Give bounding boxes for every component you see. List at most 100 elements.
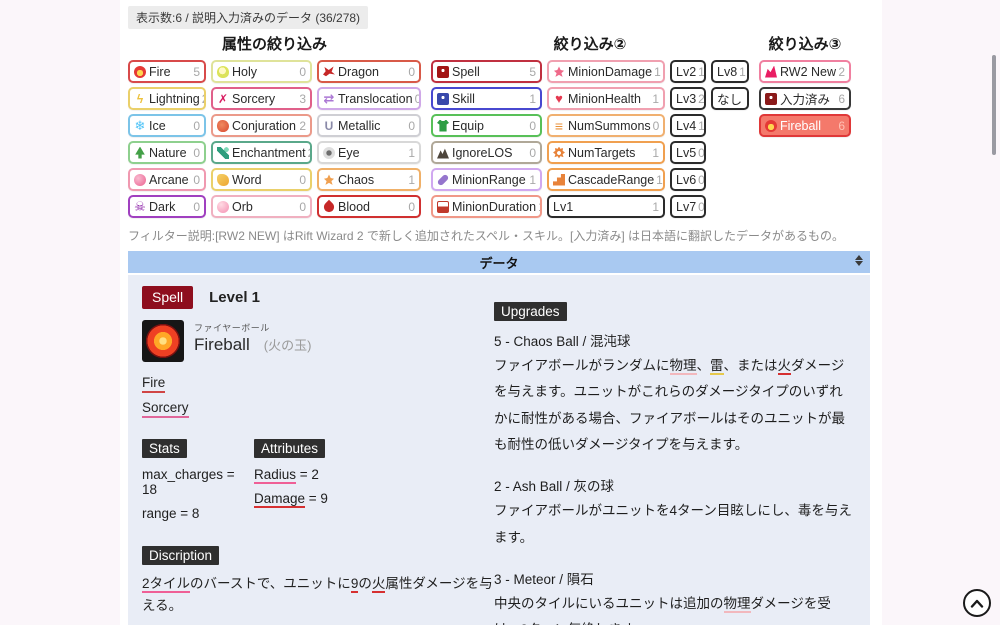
filter-count: 0 (406, 200, 415, 214)
spell-name-ja: (火の玉) (264, 335, 312, 354)
text-segment: = 2 (296, 467, 319, 482)
scroll-to-top-button[interactable] (963, 589, 991, 617)
filter-button-lv4[interactable]: Lv41 (670, 114, 706, 137)
filter-area: 属性の絞り込み Fire5 ϟLightning2 ❄Ice0 Nature0 Arca… (128, 32, 870, 218)
filter-count: 0 (191, 146, 200, 160)
filter-label: Dragon (338, 65, 379, 79)
filter-button-arcane[interactable]: Arcane0 (128, 168, 206, 191)
filter-button-dragon[interactable]: Dragon0 (317, 60, 421, 83)
filter-button-ignorelos[interactable]: IgnoreLOS0 (431, 141, 542, 164)
filter-button-enchantment[interactable]: Enchantment2 (211, 141, 312, 164)
data-section-header[interactable]: データ (128, 251, 870, 273)
text-segment: = 9 (305, 491, 328, 506)
page-scrollbar[interactable] (992, 55, 996, 155)
filter-button-skill[interactable]: Skill1 (431, 87, 542, 110)
filter-button-conjuration[interactable]: Conjuration2 (211, 114, 312, 137)
filter-button--[interactable]: 入力済み6 (759, 87, 851, 110)
filter-button-sorcery[interactable]: ✗Sorcery3 (211, 87, 312, 110)
filter-button-lv6[interactable]: Lv60 (670, 168, 706, 191)
filter-note: フィルター説明:[RW2 NEW] はRift Wizard 2 で新しく追加さ… (128, 227, 870, 244)
filter-button-lv3[interactable]: Lv32 (670, 87, 706, 110)
spell-tags: Fire Sorcery (142, 374, 494, 424)
cascaderange-icon (553, 174, 565, 186)
sorcery-icon: ✗ (217, 93, 229, 105)
filter-button-fire[interactable]: Fire5 (128, 60, 206, 83)
filter-count: 1 (696, 119, 705, 133)
blood-icon (322, 199, 336, 213)
filter-button-lv2[interactable]: Lv21 (670, 60, 706, 83)
ignorelos-icon (437, 147, 449, 159)
filter-button-numtargets[interactable]: NumTargets1 (547, 141, 665, 164)
filter-group2-chips: Spell5Skill1Equip0IgnoreLOS0MinionRange1… (431, 60, 749, 218)
filter-button-spell[interactable]: Spell5 (431, 60, 542, 83)
filter-count: 0 (696, 200, 705, 214)
filter-count: 1 (652, 65, 661, 79)
filter-label: Fire (149, 65, 171, 79)
rw2new-icon (765, 66, 777, 78)
filter-button-lv8[interactable]: Lv81 (711, 60, 749, 83)
filter-count: 1 (527, 92, 536, 106)
filter-button-translocation[interactable]: ⇄Translocation0 (317, 87, 421, 110)
filter-button-minionrange[interactable]: MinionRange1 (431, 168, 542, 191)
filter-button-rw2-new[interactable]: RW2 New2 (759, 60, 851, 83)
filter-button-metallic[interactable]: UMetallic0 (317, 114, 421, 137)
text-segment: ファイアボールがユニットを4ターン目眩しにし、毒を与えます。 (494, 503, 852, 544)
tag-link-sorcery[interactable]: Sorcery (142, 399, 189, 418)
spell-furigana: ファイヤーボール (194, 321, 311, 334)
filter-button-lightning[interactable]: ϟLightning2 (128, 87, 206, 110)
filter-button-fireball[interactable]: Fireball6 (759, 114, 851, 137)
filter-button-minionduration[interactable]: MinionDuration1 (431, 195, 542, 218)
filter-label: NumSummons (568, 119, 651, 133)
upgrade-title: 3 - Meteor / 隕石 (494, 568, 852, 588)
upgrade-entry: 5 - Chaos Ball / 混沌球ファイアボールがランダムに物理、雷、また… (494, 330, 852, 458)
filter-group1-title: 属性の絞り込み (128, 33, 421, 54)
filter-button-holy[interactable]: Holy0 (211, 60, 312, 83)
filter-button-cascaderange[interactable]: CascadeRange1 (547, 168, 665, 191)
filter-label: 入力済み (780, 89, 830, 108)
filter-button-word[interactable]: Word0 (211, 168, 312, 191)
tag-link-fire[interactable]: Fire (142, 374, 165, 393)
filter-button-nature[interactable]: Nature0 (128, 141, 206, 164)
filter-count: 1 (406, 146, 415, 160)
filter-count: 0 (191, 173, 200, 187)
filter-label: Dark (149, 200, 175, 214)
filter-button-minionhealth[interactable]: ♥MinionHealth1 (547, 87, 665, 110)
filter-button-lv1[interactable]: Lv11 (547, 195, 665, 218)
minionduration-icon (437, 201, 449, 213)
filter-button-miniondamage[interactable]: MinionDamage1 (547, 60, 665, 83)
filter-label: Lv7 (676, 200, 696, 214)
filter-label: Equip (452, 119, 484, 133)
filter-button-equip[interactable]: Equip0 (431, 114, 542, 137)
filter-button-ice[interactable]: ❄Ice0 (128, 114, 206, 137)
filter-count: 1 (650, 92, 659, 106)
inputdone-icon (765, 93, 777, 105)
sort-icon[interactable] (855, 255, 863, 266)
filter-button-chaos[interactable]: Chaos1 (317, 168, 421, 191)
nature-icon (134, 147, 146, 159)
filter-label: MinionHealth (568, 92, 641, 106)
filter-button-eye[interactable]: Eye 1 (317, 141, 421, 164)
metallic-icon: U (323, 120, 335, 132)
description-block: Discription 2タイルのバーストで、ユニットに9の火属性ダメージを与え… (142, 546, 494, 616)
chaos-icon (323, 174, 335, 186)
highlighted-term: 火 (778, 358, 792, 375)
filter-label: Ice (149, 119, 166, 133)
filter-count: 0 (696, 173, 705, 187)
spell-level: Level 1 (209, 289, 260, 306)
filter-count: 3 (297, 92, 306, 106)
filter-button-lv5[interactable]: Lv50 (670, 141, 706, 164)
filter-button-numsummons[interactable]: ≡NumSummons0 (547, 114, 665, 137)
filter-label: Blood (338, 200, 370, 214)
filter-button-dark[interactable]: ☠Dark0 (128, 195, 206, 218)
filter-button-blood[interactable]: Blood 0 (317, 195, 421, 218)
filter-count: 6 (836, 119, 845, 133)
filter-button-lv7[interactable]: Lv70 (670, 195, 706, 218)
card-left-column: Spell Level 1 ファイヤーボール Fireball (火の玉) Fi… (142, 286, 494, 625)
upgrade-entry: 3 - Meteor / 隕石中央のタイルにいるユニットは追加の物理ダメージを受… (494, 568, 852, 625)
upgrade-title: 5 - Chaos Ball / 混沌球 (494, 330, 852, 350)
filter-label: Eye (338, 146, 360, 160)
filter-button--[interactable]: なし (711, 87, 749, 110)
filter-button-orb[interactable]: Orb0 (211, 195, 312, 218)
arcane-icon (134, 174, 146, 186)
filter-label: IgnoreLOS (452, 146, 512, 160)
